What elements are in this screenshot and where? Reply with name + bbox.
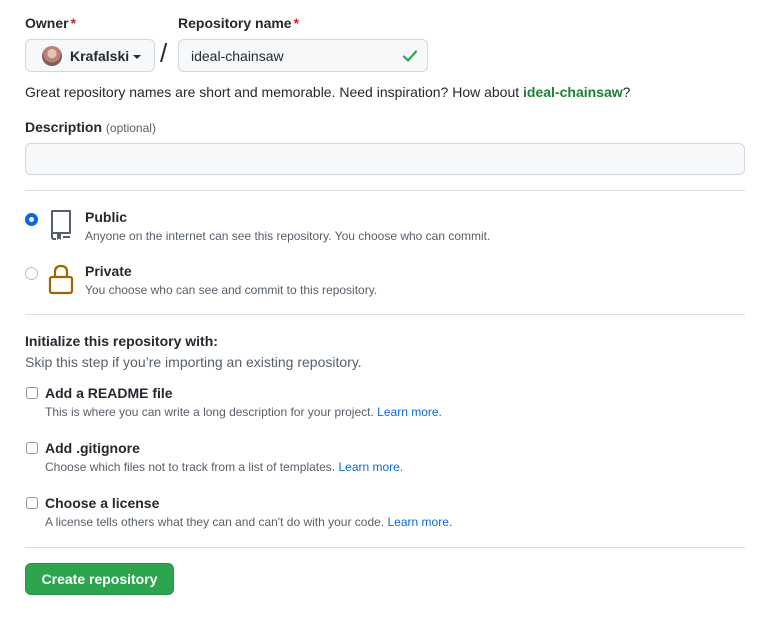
repo-icon xyxy=(51,210,71,240)
gitignore-title: Add .gitignore xyxy=(45,440,140,456)
description-input[interactable] xyxy=(25,143,745,175)
readme-title: Add a README file xyxy=(45,385,173,401)
description-label-text: Description xyxy=(25,119,103,135)
repo-name-label: Repository name * xyxy=(178,15,299,31)
gitignore-description: Choose which files not to track from a l… xyxy=(45,460,403,474)
license-learn-more-link[interactable]: Learn more. xyxy=(388,515,453,529)
name-suggestion-link[interactable]: ideal-chainsaw xyxy=(523,84,623,100)
divider xyxy=(25,314,745,315)
license-description-text: A license tells others what they can and… xyxy=(45,515,385,529)
private-radio[interactable] xyxy=(25,267,38,280)
repo-name-label-text: Repository name xyxy=(178,15,292,31)
gitignore-description-text: Choose which files not to track from a l… xyxy=(45,460,336,474)
lock-icon xyxy=(48,264,74,295)
caret-down-icon xyxy=(133,54,142,59)
avatar xyxy=(42,45,62,66)
license-title: Choose a license xyxy=(45,495,160,511)
create-repository-button[interactable]: Create repository xyxy=(25,563,174,595)
public-title: Public xyxy=(85,209,128,225)
init-section-subtitle: Skip this step if you’re importing an ex… xyxy=(25,354,362,370)
divider xyxy=(25,190,745,191)
optional-tag: (optional) xyxy=(105,121,156,135)
license-description: A license tells others what they can and… xyxy=(45,515,452,529)
repo-name-hint: Great repository names are short and mem… xyxy=(25,84,630,100)
public-radio[interactable] xyxy=(25,213,38,226)
owner-label: Owner * xyxy=(25,15,76,31)
owner-name: Krafalski xyxy=(70,47,130,64)
gitignore-learn-more-link[interactable]: Learn more. xyxy=(338,460,403,474)
hint-suffix: ? xyxy=(622,84,631,100)
owner-label-text: Owner xyxy=(25,15,69,31)
hint-text: Great repository names are short and mem… xyxy=(25,84,524,100)
check-icon xyxy=(402,50,418,62)
private-title: Private xyxy=(85,263,132,279)
readme-description: This is where you can write a long descr… xyxy=(45,405,442,419)
readme-checkbox[interactable] xyxy=(26,387,38,399)
description-label: Description (optional) xyxy=(25,119,156,135)
owner-dropdown[interactable]: Krafalski xyxy=(25,39,155,72)
public-description: Anyone on the internet can see this repo… xyxy=(85,229,491,243)
repo-name-input[interactable] xyxy=(178,39,428,72)
readme-learn-more-link[interactable]: Learn more. xyxy=(377,405,442,419)
init-section-title: Initialize this repository with: xyxy=(25,333,218,349)
readme-description-text: This is where you can write a long descr… xyxy=(45,405,374,419)
required-mark: * xyxy=(293,15,300,31)
gitignore-checkbox[interactable] xyxy=(26,442,38,454)
private-description: You choose who can see and commit to thi… xyxy=(85,283,378,297)
required-mark: * xyxy=(70,15,77,31)
divider xyxy=(25,547,745,548)
owner-repo-separator: / xyxy=(160,38,168,68)
license-checkbox[interactable] xyxy=(26,497,38,509)
